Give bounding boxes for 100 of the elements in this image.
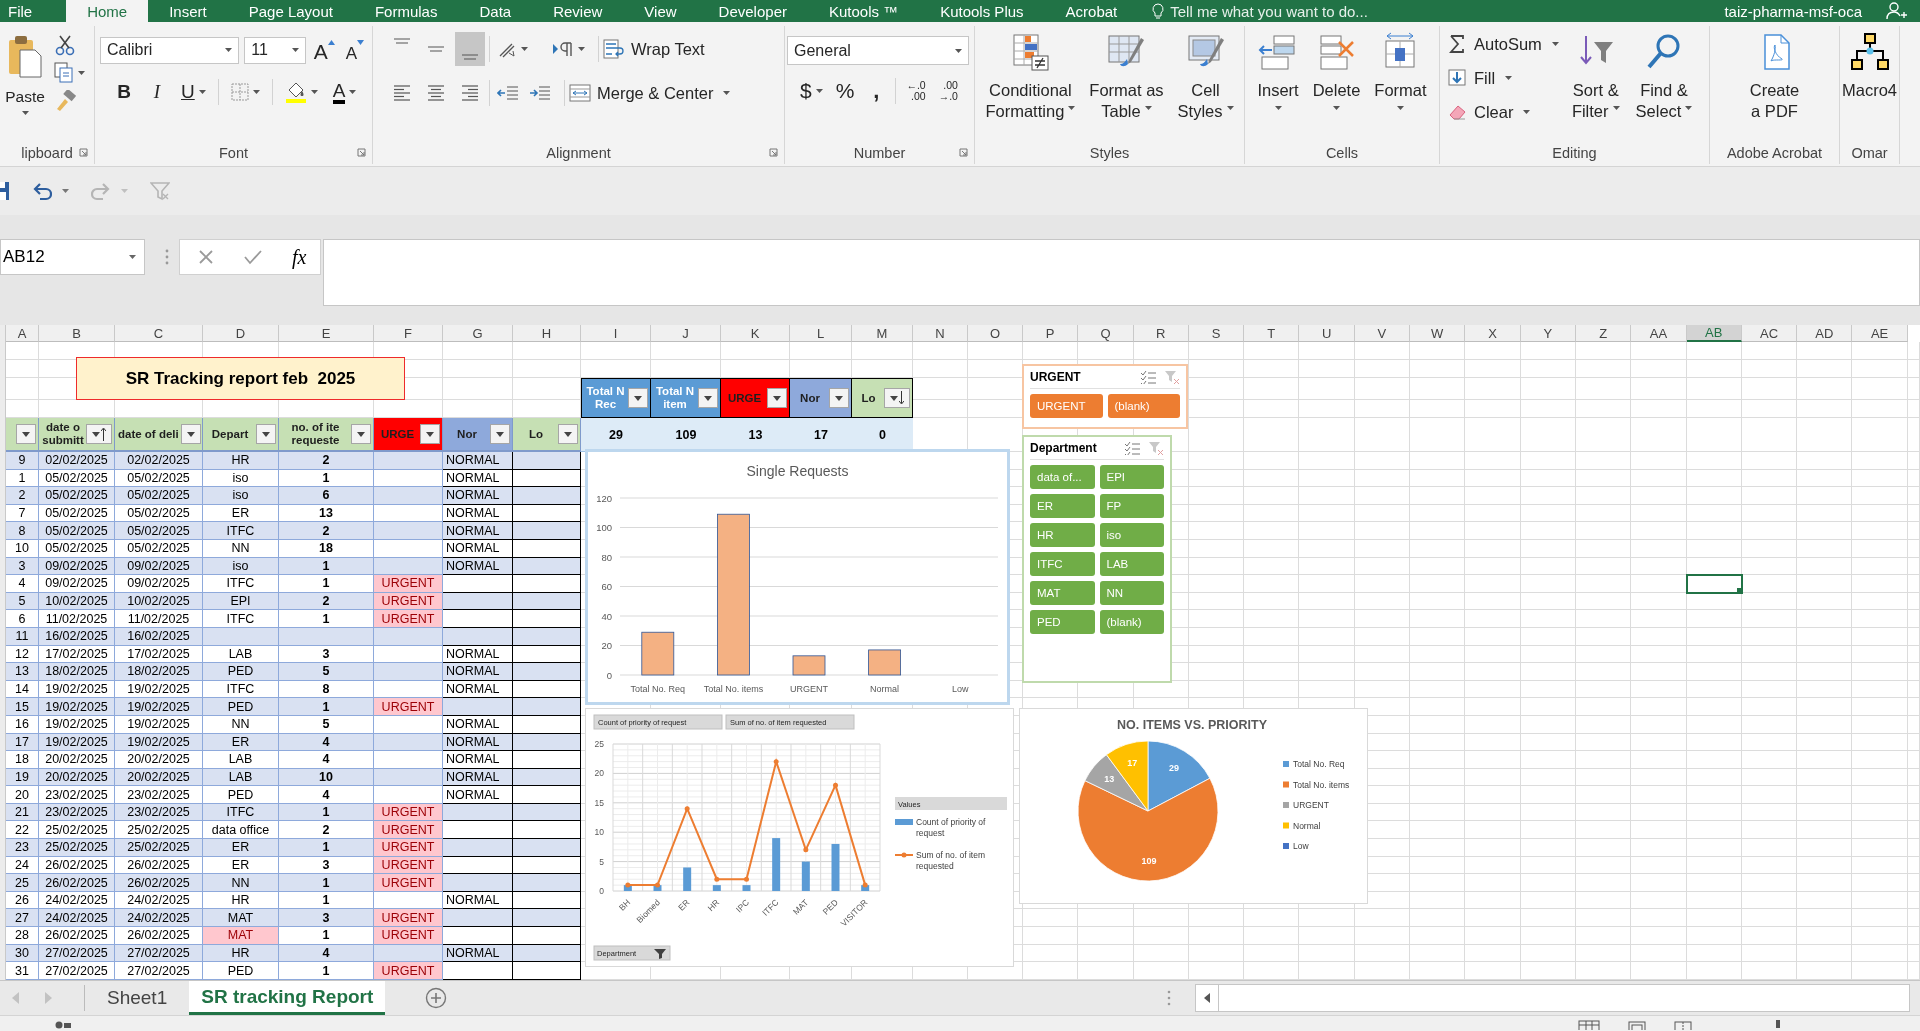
autosum-button[interactable]: AutoSum	[1448, 30, 1559, 58]
insert-button[interactable]: Insert	[1254, 30, 1302, 142]
multi-select-icon[interactable]	[1140, 370, 1156, 384]
column-header[interactable]: E	[279, 325, 374, 342]
record-macro-icon[interactable]	[55, 1020, 71, 1030]
page-layout-icon[interactable]	[1628, 1020, 1646, 1030]
person-add-icon[interactable]	[1886, 2, 1908, 20]
scissors-icon[interactable]	[54, 34, 76, 56]
ribbon-tab[interactable]: Formulas	[353, 0, 459, 22]
column-header[interactable]: V	[1354, 325, 1411, 342]
clear-button[interactable]: Clear	[1448, 98, 1559, 126]
delete-button[interactable]: Delete	[1309, 30, 1364, 142]
multi-select-icon[interactable]	[1124, 441, 1140, 455]
column-header[interactable]: AC	[1741, 325, 1798, 342]
decrease-decimal-button[interactable]: .00 →.0	[935, 77, 961, 105]
filter-dropdown-button[interactable]	[256, 424, 276, 444]
column-header[interactable]: L	[790, 325, 852, 342]
column-header[interactable]: J	[651, 325, 721, 342]
column-header[interactable]: AA	[1631, 325, 1687, 342]
column-header[interactable]: Z	[1575, 325, 1632, 342]
column-header[interactable]: C	[115, 325, 203, 342]
page-break-icon[interactable]	[1674, 1020, 1692, 1030]
column-header[interactable]: Y	[1520, 325, 1576, 342]
column-header[interactable]: A	[6, 325, 39, 342]
horizontal-scrollbar[interactable]	[1195, 984, 1910, 1012]
normal-view-icon[interactable]	[1578, 1020, 1600, 1030]
ribbon-tab[interactable]: Review	[532, 0, 624, 22]
dialog-launcher-icon[interactable]	[959, 148, 968, 157]
filter-dropdown-button[interactable]	[628, 388, 648, 408]
paste-button[interactable]: Paste	[2, 32, 48, 142]
column-header[interactable]: F	[374, 325, 443, 342]
dialog-launcher-icon[interactable]	[357, 148, 366, 157]
column-header[interactable]: AB	[1686, 325, 1742, 342]
format-button[interactable]: Format	[1371, 30, 1430, 142]
sheet-tab[interactable]: SR tracking Report	[189, 981, 386, 1015]
column-header[interactable]: G	[443, 325, 513, 342]
filter-dropdown-button[interactable]	[180, 424, 201, 444]
ribbon-tab[interactable]: Page Layout	[227, 0, 354, 22]
column-header[interactable]: M	[852, 325, 913, 342]
column-header[interactable]: O	[968, 325, 1023, 342]
number-format-field[interactable]: General	[787, 36, 969, 65]
filter-dropdown-button[interactable]	[86, 424, 112, 444]
filter-dropdown-button[interactable]	[490, 424, 510, 444]
column-header[interactable]: R	[1133, 325, 1189, 342]
dialog-launcher-icon[interactable]	[79, 148, 88, 157]
column-header[interactable]: B	[39, 325, 115, 342]
ribbon-tab[interactable]: Developer	[697, 0, 808, 22]
column-header[interactable]: K	[721, 325, 790, 342]
ribbon-tab[interactable]: File	[0, 0, 67, 22]
cancel-icon[interactable]	[198, 249, 214, 265]
find-select-button[interactable]: Find & Select	[1632, 30, 1696, 142]
italic-button[interactable]: I	[145, 78, 169, 106]
font-size-field[interactable]: 11	[244, 36, 306, 64]
filter-dropdown-button[interactable]	[351, 424, 371, 444]
filter-dropdown-button[interactable]	[829, 388, 849, 408]
sort-filter-button[interactable]: Sort & Filter	[1568, 30, 1623, 142]
insert-function-button[interactable]: fx	[292, 245, 307, 269]
clear-filter-icon[interactable]	[1164, 370, 1180, 384]
name-box[interactable]: AB12	[0, 239, 145, 275]
column-header[interactable]: T	[1244, 325, 1300, 342]
filter-dropdown-button[interactable]	[16, 424, 36, 444]
dialog-launcher-icon[interactable]	[769, 148, 778, 157]
format-as-table-button[interactable]: Format as Table	[1086, 30, 1167, 142]
column-header[interactable]: S	[1188, 325, 1245, 342]
merge-center-button[interactable]: Merge & Center	[569, 78, 731, 108]
undo-button[interactable]	[32, 181, 69, 201]
ribbon-tab[interactable]: Insert	[148, 0, 228, 22]
underline-button[interactable]: U	[178, 78, 209, 106]
column-header[interactable]: P	[1023, 325, 1079, 342]
copy-button[interactable]	[54, 62, 85, 84]
conditional-formatting-button[interactable]: Conditional Formatting	[982, 30, 1079, 142]
wrap-text-button[interactable]: Wrap Text	[603, 34, 705, 64]
column-header[interactable]: D	[203, 325, 279, 342]
bold-button[interactable]: B	[112, 78, 136, 106]
create-pdf-button[interactable]: Create a PDF	[1746, 30, 1803, 142]
column-header[interactable]: AD	[1797, 325, 1853, 342]
split-handle-icon[interactable]	[1167, 990, 1171, 1006]
column-header[interactable]: N	[913, 325, 968, 342]
column-header[interactable]: U	[1299, 325, 1355, 342]
filter-dropdown-button[interactable]	[698, 388, 718, 408]
filter-dropdown-button[interactable]	[558, 424, 578, 444]
checkmark-icon[interactable]	[244, 249, 262, 265]
shrink-font-button[interactable]: A	[342, 36, 367, 64]
font-name-field[interactable]: Calibri	[100, 36, 240, 64]
zoom-slider-thumb-icon[interactable]	[1776, 1018, 1780, 1028]
add-sheet-icon[interactable]	[425, 987, 448, 1009]
filter-dropdown-button[interactable]	[420, 424, 440, 444]
macro-button[interactable]: Macro4	[1839, 30, 1900, 142]
increase-decimal-button[interactable]: ←.0 .00	[903, 77, 929, 105]
column-header[interactable]: W	[1410, 325, 1466, 342]
cell-styles-button[interactable]: Cell Styles	[1174, 30, 1237, 142]
ribbon-tab[interactable]: Data	[458, 0, 533, 22]
formula-input[interactable]	[323, 239, 1920, 306]
ribbon-tab[interactable]: Kutools Plus	[919, 0, 1045, 22]
more-options-icon[interactable]	[165, 249, 169, 265]
font-color-button[interactable]: A	[329, 78, 360, 106]
ribbon-tab[interactable]: Acrobat	[1044, 0, 1139, 22]
tell-me-search[interactable]: Tell me what you want to do...	[1170, 2, 1368, 20]
fill-button[interactable]: Fill	[1448, 64, 1559, 92]
currency-button[interactable]: $	[797, 77, 826, 105]
